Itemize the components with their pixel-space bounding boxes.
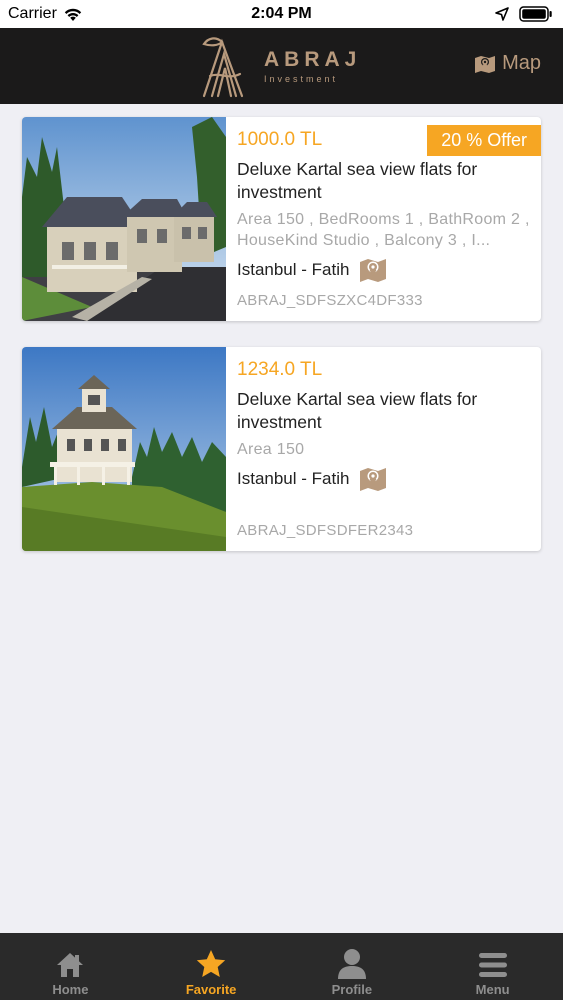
map-icon [475,55,496,73]
map-label: Map [502,52,541,74]
listing-details: 1234.0 TL Deluxe Kartal sea view flats f… [226,347,541,551]
carrier-label: Carrier [8,5,57,22]
tab-label: Home [52,982,89,997]
tab-label: Favorite [185,982,237,997]
logo-title: ABRAJ [264,48,362,71]
listing-price: 1234.0 TL [237,359,323,380]
status-right [495,6,553,22]
listing-title: Deluxe Kartal sea view flats for investm… [237,159,478,202]
tab-menu[interactable]: Menu [422,933,563,1000]
status-bar: Carrier 2:04 PM [0,0,563,28]
star-icon [196,950,226,977]
offer-badge: 20 % Offer [427,125,541,156]
wifi-icon [64,8,82,21]
tab-label: Menu [475,982,510,997]
map-location-icon[interactable] [359,257,387,283]
tab-profile[interactable]: Profile [282,933,423,1000]
property-photo [22,347,226,551]
favorites-list: 1000.0 TL 20 % Offer Deluxe Kartal sea v… [22,117,541,577]
tab-favorite[interactable]: Favorite [141,933,282,1000]
listing-title: Deluxe Kartal sea view flats for investm… [237,389,478,432]
person-icon [337,949,366,979]
tab-bar: Home Favorite Profile Menu [0,933,563,1000]
battery-icon [519,6,552,22]
map-location-icon[interactable] [359,466,387,492]
listing-details: 1000.0 TL 20 % Offer Deluxe Kartal sea v… [226,117,541,321]
listing-card[interactable]: 1000.0 TL 20 % Offer Deluxe Kartal sea v… [22,117,541,321]
tab-label: Profile [331,982,373,997]
abraj-logo-mark-icon [202,37,244,98]
location-label: Istanbul - Fatih [237,260,350,279]
tab-home[interactable]: Home [0,933,141,1000]
status-left: Carrier [8,5,83,23]
listing-location: Istanbul - Fatih [237,466,531,492]
listing-card[interactable]: 1234.0 TL Deluxe Kartal sea view flats f… [22,347,541,551]
location-label: Istanbul - Fatih [237,469,350,488]
property-photo [22,117,226,321]
menu-icon [478,953,507,977]
listing-features: Area 150 [237,441,305,458]
location-arrow-icon [495,7,509,21]
abraj-logo: ABRAJ Investment [198,32,373,100]
listing-location: Istanbul - Fatih [237,257,531,283]
status-time: 2:04 PM [251,5,312,22]
logo-text: ABRAJ Investment [264,48,361,84]
listing-code: ABRAJ_SDFSZXC4DF333 [237,292,423,309]
listing-code: ABRAJ_SDFSDFER2343 [237,522,414,539]
logo-subtitle: Investment [264,74,339,84]
app-header: ABRAJ Investment Map [0,28,563,104]
listing-features: Area 150 , BedRooms 1 , BathRoom 2 , Hou… [237,211,530,249]
map-button[interactable]: Map [474,52,541,75]
home-icon [57,953,84,977]
